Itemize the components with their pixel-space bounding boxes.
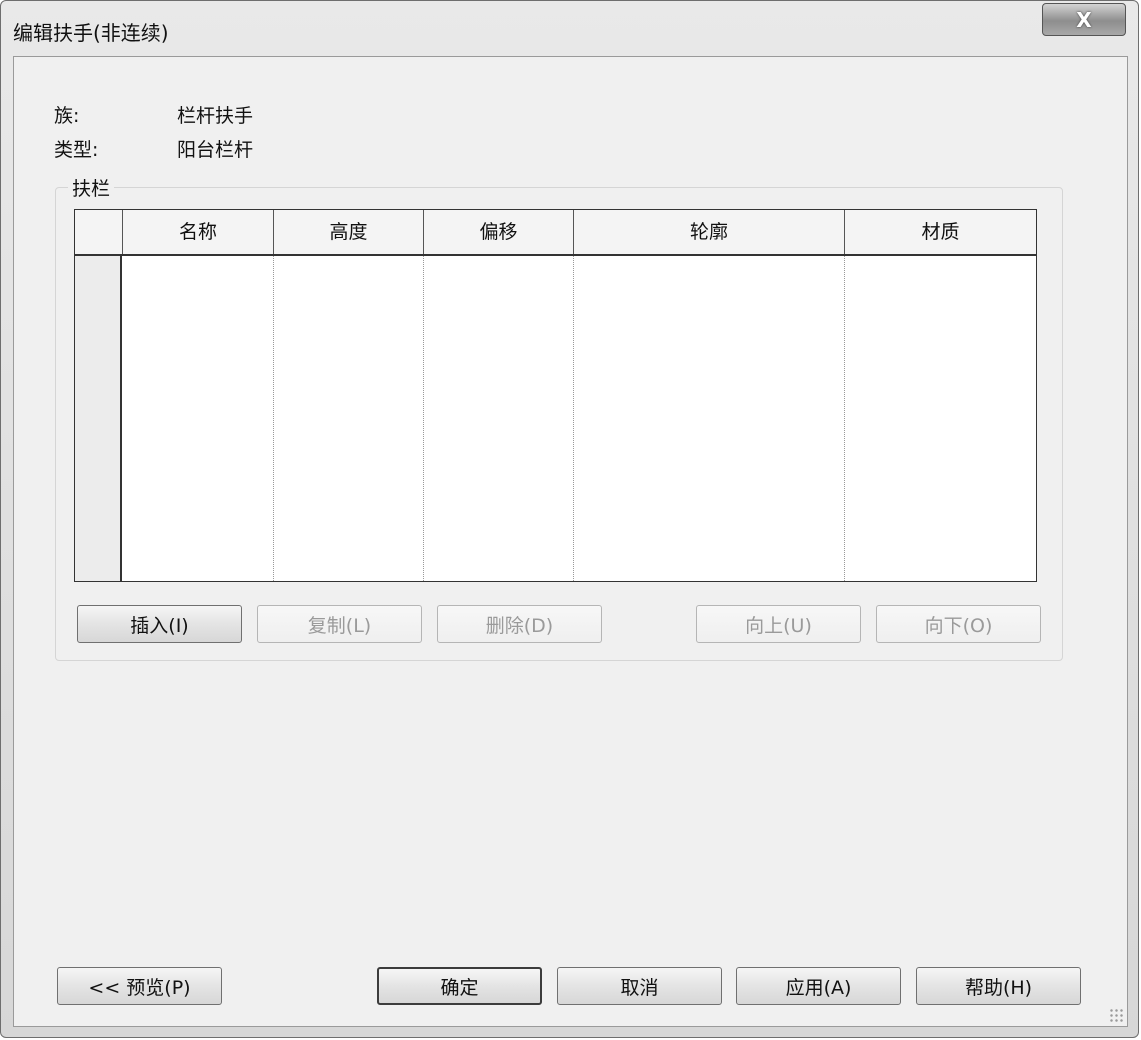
column-divider xyxy=(273,256,274,581)
dialog-body: 族: 栏杆扶手 类型: 阳台栏杆 扶栏 名称 高度 偏移 轮廓 材质 插入(I)… xyxy=(13,56,1128,1027)
insert-button[interactable]: 插入(I) xyxy=(77,605,242,643)
preview-button[interactable]: << 预览(P) xyxy=(57,967,222,1005)
column-divider xyxy=(844,256,845,581)
window-title: 编辑扶手(非连续) xyxy=(13,21,169,45)
help-button[interactable]: 帮助(H) xyxy=(916,967,1081,1005)
table-header: 名称 高度 偏移 轮廓 材质 xyxy=(75,210,1036,256)
move-up-button[interactable]: 向上(U) xyxy=(696,605,861,643)
type-value: 阳台栏杆 xyxy=(177,139,254,161)
close-button[interactable]: X xyxy=(1042,3,1126,36)
column-header-height[interactable]: 高度 xyxy=(273,210,423,254)
dialog-window: 编辑扶手(非连续) X 族: 栏杆扶手 类型: 阳台栏杆 扶栏 名称 高度 偏移… xyxy=(0,0,1139,1038)
apply-button[interactable]: 应用(A) xyxy=(736,967,901,1005)
family-value: 栏杆扶手 xyxy=(177,105,254,127)
row-header-column[interactable] xyxy=(75,210,122,581)
column-header-profile[interactable]: 轮廓 xyxy=(573,210,844,254)
family-label: 族: xyxy=(54,105,80,127)
column-header-name[interactable]: 名称 xyxy=(122,210,273,254)
column-header-offset[interactable]: 偏移 xyxy=(423,210,573,254)
copy-button[interactable]: 复制(L) xyxy=(257,605,422,643)
column-divider xyxy=(423,256,424,581)
close-icon: X xyxy=(1076,7,1092,32)
rails-group-legend: 扶栏 xyxy=(68,174,115,201)
ok-button[interactable]: 确定 xyxy=(377,967,542,1005)
cancel-button[interactable]: 取消 xyxy=(557,967,722,1005)
column-header-material[interactable]: 材质 xyxy=(844,210,1036,254)
move-down-button[interactable]: 向下(O) xyxy=(876,605,1041,643)
column-divider xyxy=(573,256,574,581)
title-bar[interactable]: 编辑扶手(非连续) X xyxy=(1,1,1138,56)
rails-table[interactable]: 名称 高度 偏移 轮廓 材质 xyxy=(74,209,1037,582)
delete-button[interactable]: 删除(D) xyxy=(437,605,602,643)
type-label: 类型: xyxy=(54,139,99,161)
resize-grip-icon[interactable] xyxy=(1109,1008,1123,1022)
